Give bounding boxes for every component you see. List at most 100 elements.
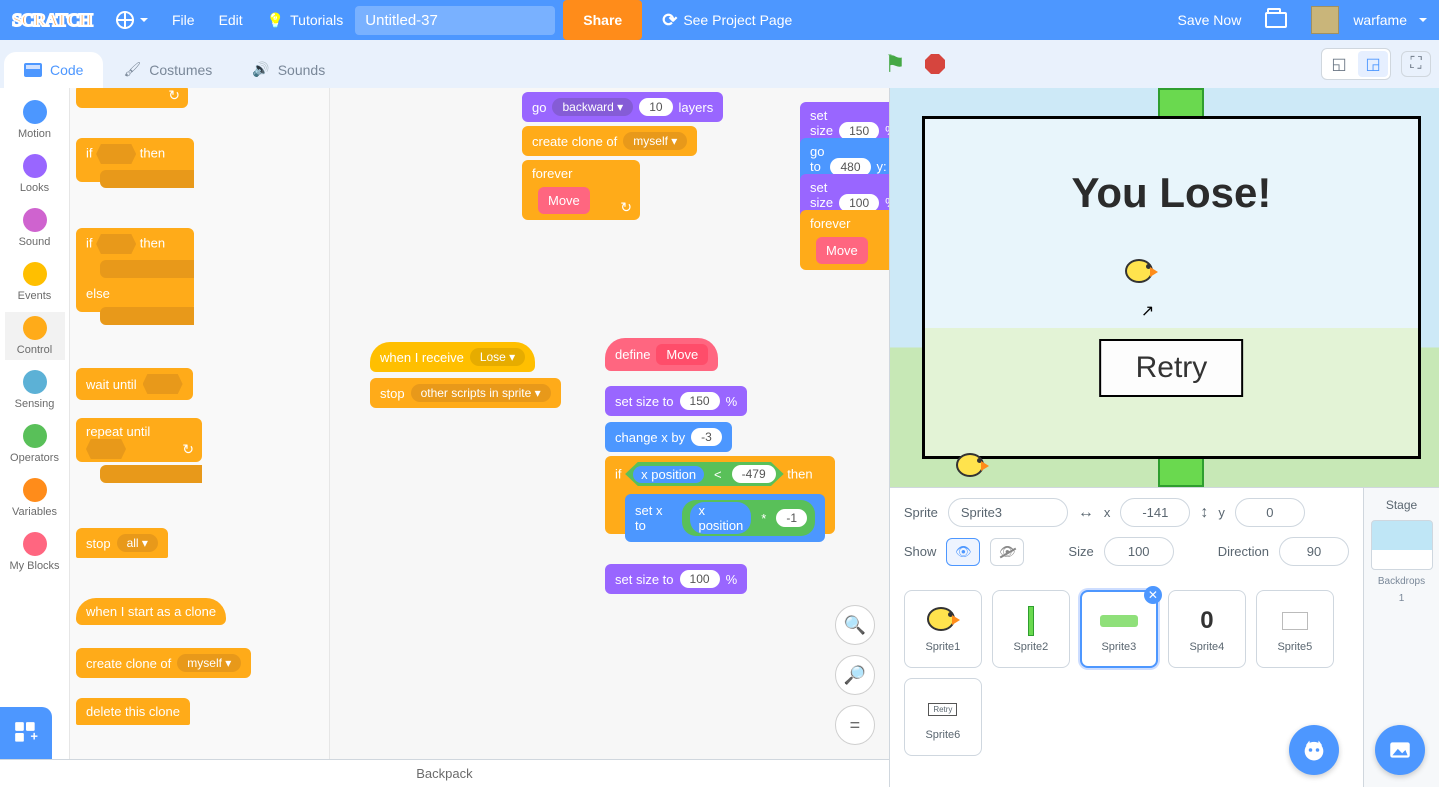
- category-sensing[interactable]: Sensing: [5, 366, 65, 414]
- palette-block-clone-start[interactable]: when I start as a clone: [76, 598, 226, 625]
- sprite-card-sprite3[interactable]: ✕Sprite3: [1080, 590, 1158, 668]
- show-visible-button[interactable]: 👁: [946, 538, 980, 566]
- sprite-size-input[interactable]: [1104, 537, 1174, 566]
- block-input[interactable]: 480: [830, 158, 870, 176]
- category-myblocks[interactable]: My Blocks: [5, 528, 65, 576]
- category-motion[interactable]: Motion: [5, 96, 65, 144]
- language-menu[interactable]: [104, 0, 160, 40]
- palette-block-if-else[interactable]: if thenelse: [76, 228, 194, 312]
- sprite-card-sprite5[interactable]: Sprite5: [1256, 590, 1334, 668]
- block-input[interactable]: 150: [680, 392, 720, 410]
- block-if-xpos[interactable]: if x position < -479 then set x to x pos…: [605, 456, 835, 534]
- reporter-x-position[interactable]: x position: [690, 502, 751, 534]
- my-stuff-button[interactable]: [1253, 0, 1299, 40]
- palette-block-stop[interactable]: stop all ▾: [76, 528, 168, 558]
- tab-costumes[interactable]: Costumes: [103, 51, 232, 88]
- palette-block-repeat-until[interactable]: repeat until: [76, 418, 202, 462]
- block-category-list: Motion Looks Sound Events Control Sensin…: [0, 88, 70, 759]
- block-input[interactable]: 150: [839, 122, 879, 140]
- palette-block-wait-until[interactable]: wait until: [76, 368, 193, 400]
- block-input[interactable]: -3: [691, 428, 722, 446]
- category-label: Control: [17, 344, 52, 356]
- block-dropdown[interactable]: all ▾: [117, 534, 158, 552]
- block-when-receive[interactable]: when I receive Lose ▾: [370, 342, 535, 372]
- block-forever-r[interactable]: foreverMove: [800, 210, 889, 270]
- sprite-name-input[interactable]: [948, 498, 1068, 527]
- tab-code[interactable]: Code: [4, 52, 103, 88]
- sprite-card-sprite6[interactable]: RetrySprite6: [904, 678, 982, 756]
- stop-button[interactable]: [917, 46, 953, 82]
- tab-sounds[interactable]: Sounds: [232, 51, 345, 88]
- palette-block-create-clone[interactable]: create clone of myself ▾: [76, 648, 251, 678]
- block-dropdown[interactable]: backward ▾: [552, 98, 633, 116]
- sprite-card-sprite2[interactable]: Sprite2: [992, 590, 1070, 668]
- project-title-input[interactable]: [355, 6, 555, 35]
- block-move-call[interactable]: Move: [538, 187, 590, 214]
- delete-sprite-button[interactable]: ✕: [1144, 586, 1162, 604]
- block-change-x[interactable]: change x by -3: [605, 422, 732, 452]
- script-canvas[interactable]: go backward ▾ 10 layers create clone of …: [330, 88, 889, 759]
- file-menu[interactable]: File: [160, 0, 207, 40]
- stage-large-button[interactable]: ◲: [1358, 51, 1388, 77]
- category-variables[interactable]: Variables: [5, 474, 65, 522]
- add-sprite-button[interactable]: [1289, 725, 1339, 775]
- edit-menu[interactable]: Edit: [207, 0, 255, 40]
- palette-block-delete-clone[interactable]: delete this clone: [76, 698, 190, 725]
- add-extension-button[interactable]: +: [0, 707, 52, 759]
- sprite-direction-input[interactable]: [1279, 537, 1349, 566]
- operator-times: *: [761, 511, 766, 526]
- palette-block-repeat-tail[interactable]: [76, 88, 188, 108]
- share-button[interactable]: Share: [563, 0, 642, 40]
- block-forever[interactable]: forever Move: [522, 160, 640, 220]
- category-label: Sensing: [15, 398, 55, 410]
- block-label: create clone of: [532, 134, 617, 149]
- palette-block-if[interactable]: if then: [76, 138, 194, 182]
- block-input[interactable]: 100: [839, 194, 879, 212]
- sprite-name-label: Sprite: [904, 505, 938, 520]
- category-events[interactable]: Events: [5, 258, 65, 306]
- scratch-logo[interactable]: SCRATCH: [12, 6, 92, 34]
- category-operators[interactable]: Operators: [5, 420, 65, 468]
- category-looks[interactable]: Looks: [5, 150, 65, 198]
- save-now-button[interactable]: Save Now: [1166, 0, 1254, 40]
- block-stop-scripts[interactable]: stop other scripts in sprite ▾: [370, 378, 561, 408]
- block-input[interactable]: 10: [639, 98, 672, 116]
- stage-thumbnail[interactable]: [1371, 520, 1433, 570]
- stage-canvas[interactable]: You Lose! Retry: [890, 88, 1439, 487]
- block-move-call-r[interactable]: Move: [816, 237, 868, 264]
- sprite-card-sprite4[interactable]: 0Sprite4: [1168, 590, 1246, 668]
- block-set-size-100[interactable]: set size to 100 %: [605, 564, 747, 594]
- block-input[interactable]: 100: [680, 570, 720, 588]
- block-dropdown[interactable]: myself ▾: [623, 132, 687, 150]
- block-input[interactable]: -1: [776, 509, 807, 527]
- block-set-x[interactable]: set x to x position * -1: [625, 494, 825, 542]
- stage-fullscreen-button[interactable]: ⛶: [1401, 51, 1431, 77]
- stage-small-button[interactable]: ◱: [1324, 51, 1354, 77]
- category-control[interactable]: Control: [5, 312, 65, 360]
- sprite-card-label: Sprite1: [925, 641, 960, 653]
- sprite-x-input[interactable]: [1120, 498, 1190, 527]
- see-project-page-button[interactable]: See Project Page: [650, 0, 804, 40]
- block-dropdown[interactable]: other scripts in sprite ▾: [411, 384, 551, 402]
- reporter-x-position[interactable]: x position: [633, 466, 704, 483]
- zoom-reset-button[interactable]: =: [835, 705, 875, 745]
- block-input[interactable]: -479: [732, 465, 776, 483]
- tutorials-button[interactable]: Tutorials: [255, 0, 356, 40]
- add-backdrop-button[interactable]: [1375, 725, 1425, 775]
- category-sound[interactable]: Sound: [5, 204, 65, 252]
- block-set-size-150[interactable]: set size to 150 %: [605, 386, 747, 416]
- block-define-move[interactable]: define Move: [605, 338, 718, 371]
- zoom-out-button[interactable]: 🔎: [835, 655, 875, 695]
- backpack-toggle[interactable]: Backpack: [0, 759, 889, 787]
- block-create-clone[interactable]: create clone of myself ▾: [522, 126, 697, 156]
- green-flag-button[interactable]: [877, 46, 913, 82]
- account-menu[interactable]: warfame: [1299, 0, 1439, 40]
- sprite-card-sprite1[interactable]: Sprite1: [904, 590, 982, 668]
- block-go-layers[interactable]: go backward ▾ 10 layers: [522, 92, 723, 122]
- show-hidden-button[interactable]: 👁: [990, 538, 1024, 566]
- zoom-in-button[interactable]: 🔍: [835, 605, 875, 645]
- sprite-y-input[interactable]: [1235, 498, 1305, 527]
- block-dropdown[interactable]: Lose ▾: [470, 348, 525, 366]
- block-dropdown[interactable]: myself ▾: [177, 654, 241, 672]
- block-palette[interactable]: if then if thenelse wait until repeat un…: [70, 88, 330, 759]
